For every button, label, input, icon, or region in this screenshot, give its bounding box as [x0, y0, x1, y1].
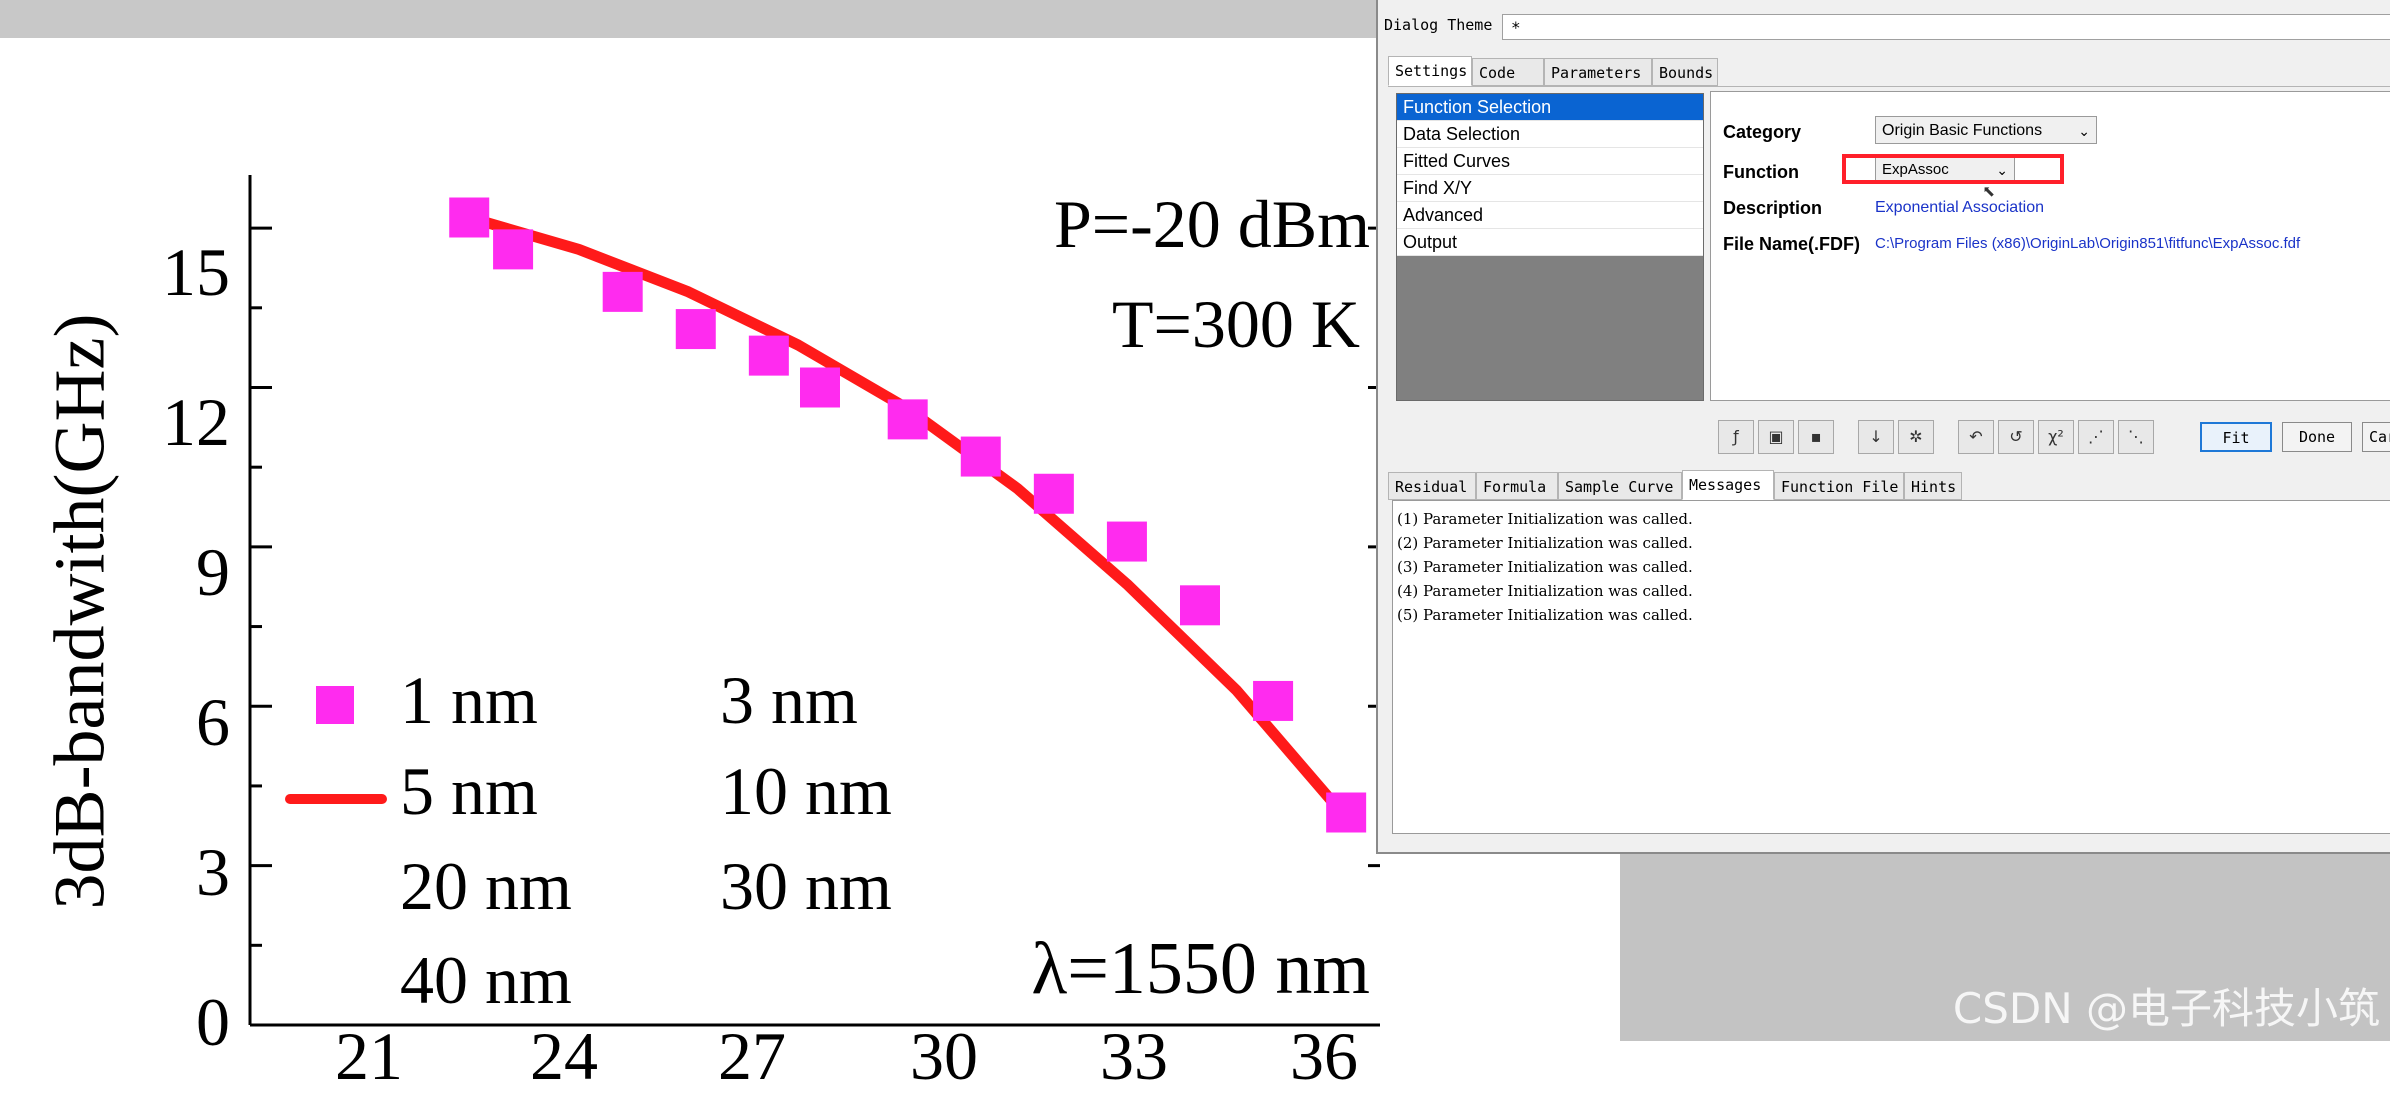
save-icon[interactable]: ▪	[1798, 420, 1834, 454]
y-tick-label: 3	[196, 834, 230, 910]
x-tick-label: 21	[335, 1018, 403, 1094]
data-point	[887, 399, 928, 440]
chevron-down-icon: ⌄	[2078, 123, 2090, 139]
legend-entry: 3 nm	[720, 662, 858, 738]
data-point	[602, 271, 643, 312]
function-organizer-icon[interactable]: ▣	[1758, 420, 1794, 454]
tree-item-find-xy[interactable]: Find X/Y	[1397, 175, 1703, 202]
reset-icon[interactable]: ↺	[1998, 420, 2034, 454]
category-dropdown[interactable]: Origin Basic Functions ⌄	[1875, 116, 2097, 144]
tree-item-output[interactable]: Output	[1397, 229, 1703, 256]
temperature-annotation: T=300 K	[1112, 286, 1360, 362]
y-tick-label: 9	[196, 534, 230, 610]
legend-entry: 1 nm	[400, 662, 538, 738]
message-line: (4) Parameter Initialization was called.	[1397, 582, 1693, 600]
cancel-button[interactable]: Car	[2362, 422, 2390, 452]
nonlinear-fit-dialog: Dialog Theme * Settings Code Parameters …	[1376, 0, 2390, 854]
data-point	[748, 335, 789, 376]
tab-sample-curve[interactable]: Sample Curve	[1558, 472, 1682, 500]
message-line: (1) Parameter Initialization was called.	[1397, 510, 1693, 528]
data-point	[800, 367, 840, 408]
tree-item-data-selection[interactable]: Data Selection	[1397, 121, 1703, 148]
settings-panel: Function Selection Data Selection Fitted…	[1388, 86, 2390, 405]
mouse-cursor-icon: ⬉	[1982, 180, 1996, 205]
highlight-box	[1842, 154, 2064, 184]
tab-formula[interactable]: Formula	[1476, 472, 1558, 500]
done-button[interactable]: Done	[2282, 422, 2352, 452]
message-line: (2) Parameter Initialization was called.	[1397, 534, 1693, 552]
data-point	[1033, 473, 1074, 514]
description-label: Description	[1723, 198, 1823, 218]
settings-tree: Function Selection Data Selection Fitted…	[1396, 93, 1704, 401]
legend-entry: 10 nm	[720, 753, 892, 829]
x-tick-label: 30	[910, 1018, 978, 1094]
data-point	[1326, 792, 1367, 833]
tab-messages[interactable]: Messages	[1682, 470, 1774, 500]
function-properties: Category Origin Basic Functions ⌄ Functio…	[1710, 91, 2390, 401]
y-tick-label: 0	[196, 984, 230, 1060]
description-value: Exponential Association	[1875, 199, 2044, 216]
tree-item-fitted-curves[interactable]: Fitted Curves	[1397, 148, 1703, 175]
x-tick-label: 27	[718, 1018, 786, 1094]
data-point	[493, 229, 534, 270]
category-label: Category	[1723, 122, 1802, 142]
message-line: (3) Parameter Initialization was called.	[1397, 558, 1693, 576]
data-point	[1106, 521, 1147, 562]
x-tick-label: 24	[530, 1018, 598, 1094]
dialog-theme-label: Dialog Theme	[1384, 16, 1493, 34]
tree-item-function-selection[interactable]: Function Selection	[1397, 94, 1703, 121]
category-value: Origin Basic Functions	[1882, 122, 2043, 139]
tab-bounds[interactable]: Bounds	[1652, 58, 1718, 86]
sort-icon[interactable]: ↓	[1858, 420, 1894, 454]
tab-parameters[interactable]: Parameters	[1544, 58, 1652, 86]
y-tick-label: 6	[196, 684, 230, 760]
tab-code[interactable]: Code	[1472, 58, 1544, 86]
y-tick-label: 15	[162, 234, 230, 310]
messages-box[interactable]: (1) Parameter Initialization was called.…	[1392, 500, 2390, 834]
file-name-label: File Name(.FDF)	[1723, 234, 1861, 254]
power-annotation: P=-20 dBm	[1053, 186, 1370, 262]
legend-marker-1nm	[316, 686, 354, 724]
data-point	[960, 436, 1001, 477]
fit-function-icon[interactable]: ƒ	[1718, 420, 1754, 454]
message-line: (5) Parameter Initialization was called.	[1397, 606, 1693, 624]
data-point	[1180, 585, 1220, 626]
tab-function-file[interactable]: Function File	[1774, 472, 1904, 500]
fit-until-converged-icon[interactable]: ⋱	[2118, 420, 2154, 454]
tab-hints[interactable]: Hints	[1904, 472, 1962, 500]
parameters-icon[interactable]: ✲	[1898, 420, 1934, 454]
tab-settings[interactable]: Settings	[1388, 56, 1472, 86]
function-label: Function	[1723, 162, 1799, 182]
data-point	[675, 309, 716, 350]
data-point	[449, 197, 490, 238]
undo-icon[interactable]: ↶	[1958, 420, 1994, 454]
dialog-theme-input[interactable]: *	[1502, 14, 2390, 40]
fit-button[interactable]: Fit	[2200, 422, 2272, 452]
chi-square-icon[interactable]: χ²	[2038, 420, 2074, 454]
wavelength-annotation: λ=1550 nm	[1031, 928, 1370, 1010]
legend-entry: 20 nm	[400, 848, 572, 924]
tab-residual[interactable]: Residual	[1388, 472, 1476, 500]
legend-entry: 30 nm	[720, 848, 892, 924]
y-axis-label: 3dB-bandwith(GHz)	[39, 313, 120, 910]
watermark-text: CSDN @电子科技小筑	[1952, 984, 2380, 1033]
x-tick-label: 36	[1290, 1018, 1358, 1094]
file-name-value: C:\Program Files (x86)\OriginLab\Origin8…	[1875, 235, 2301, 252]
legend-entry: 40 nm	[400, 942, 572, 1018]
legend-entry: 5 nm	[400, 753, 538, 829]
data-point	[1253, 680, 1294, 721]
one-iteration-icon[interactable]: ⋰	[2078, 420, 2114, 454]
tree-item-advanced[interactable]: Advanced	[1397, 202, 1703, 229]
x-tick-label: 33	[1100, 1018, 1168, 1094]
y-tick-label: 12	[162, 384, 230, 460]
